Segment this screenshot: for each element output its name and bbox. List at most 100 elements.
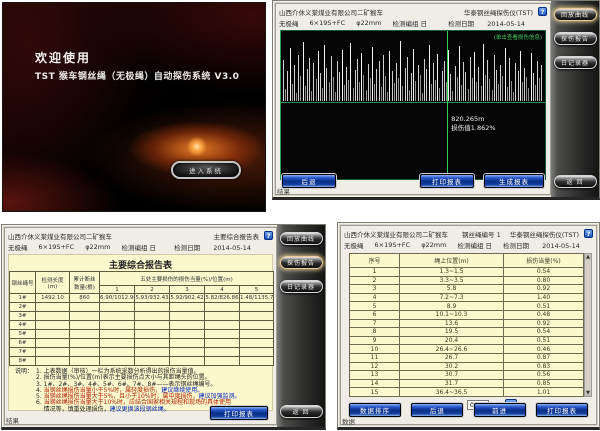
damage-list-row[interactable]: 610.1~10.30.48 bbox=[350, 310, 584, 319]
print-report-button[interactable]: 打印报表 bbox=[536, 403, 588, 417]
waveform-bar bbox=[303, 42, 304, 101]
waveform-bar bbox=[474, 52, 475, 101]
waveform-bar bbox=[435, 80, 436, 101]
sort-data-button[interactable]: 数据排序 bbox=[349, 403, 401, 417]
rope-spec: 6×19S+FC bbox=[310, 19, 346, 27]
waveform-bar bbox=[489, 79, 490, 101]
sidebar-item-daily-logger[interactable]: 日记录器 bbox=[554, 56, 597, 69]
waveform-bar bbox=[296, 93, 297, 101]
sidebar-back-button[interactable]: 返 回 bbox=[554, 175, 597, 188]
damage-list-row[interactable]: 47.2~7.31.40 bbox=[350, 293, 584, 302]
waveform-bar bbox=[485, 75, 486, 101]
waveform-bar bbox=[533, 73, 534, 101]
sidebar-back-button[interactable]: 返 回 bbox=[280, 405, 323, 418]
rope-diameter: φ22mm bbox=[85, 243, 110, 251]
generate-report-button[interactable]: 生成报表 bbox=[484, 174, 544, 188]
waveform-bar bbox=[324, 45, 325, 101]
chart-cursor-line bbox=[447, 31, 448, 179]
damage-list-row[interactable]: 35.80.92 bbox=[350, 285, 584, 294]
damage-list-row[interactable]: 1230.20.83 bbox=[350, 362, 584, 371]
waveform-bar bbox=[420, 75, 421, 101]
damage-list-row[interactable]: 819.50.54 bbox=[350, 328, 584, 337]
help-icon[interactable]: ? bbox=[538, 7, 547, 16]
damage-list-row[interactable]: 1330.70.56 bbox=[350, 371, 584, 380]
detect-date: 检测日期 2014-05-14 bbox=[174, 242, 262, 252]
damage-table: 序号 绳上位置(m) 损伤当量(%) 11.3~1.50.5423.3~3.50… bbox=[349, 253, 584, 397]
scroll-up-icon[interactable]: ▲ bbox=[585, 254, 591, 260]
detect-date: 检测日期 2014-05-14 bbox=[448, 18, 536, 28]
back-button[interactable]: 后退 bbox=[411, 403, 463, 417]
sidebar-item-playback-curve[interactable]: 回放曲线 bbox=[554, 8, 597, 21]
waveform-window: 山西介休义棠煤业有限公司二矿猴车 华泰钢丝绳探伤仪(TST) ? 无极绳 6×1… bbox=[272, 0, 600, 200]
damage-list-row[interactable]: 1026.4~26.60.46 bbox=[350, 345, 584, 354]
damage-table-body: 11.3~1.50.5423.3~3.50.8035.80.9247.2~7.3… bbox=[350, 268, 584, 397]
report-table: 钢丝绳号 检测长度 (m) 累计断丝 数量(根) 五处主要损伤的损伤当量(%)/… bbox=[9, 271, 274, 366]
rope-type: 无极绳 bbox=[279, 18, 299, 28]
col-damage-group: 五处主要损伤的损伤当量(%)/位置(m) bbox=[100, 272, 274, 286]
table-scrollbar[interactable]: ▲ ▼ bbox=[584, 253, 592, 397]
company-name: 山西介休义棠煤业有限公司二矿猴车 bbox=[344, 229, 448, 239]
damage-list-window: 山西介休义棠煤业有限公司二矿猴车 钢丝绳编号 1 华泰钢丝绳探伤仪(TST) ?… bbox=[337, 222, 600, 430]
waveform-bar bbox=[487, 60, 488, 101]
help-icon[interactable]: ? bbox=[584, 229, 593, 238]
scroll-down-icon[interactable]: ▼ bbox=[585, 390, 591, 396]
damage-list-button-row: 数据排序 后退 前进 打印报表 bbox=[349, 403, 588, 417]
sidebar-item-daily-logger[interactable]: 日记录器 bbox=[280, 280, 323, 293]
waveform-bars bbox=[283, 35, 543, 101]
status-text-data: 数据 bbox=[342, 416, 355, 426]
rope-type: 无极绳 bbox=[344, 240, 364, 250]
damage-list-row[interactable]: 920.40.51 bbox=[350, 336, 584, 345]
waveform-bar bbox=[326, 68, 327, 101]
waveform-bar bbox=[335, 92, 336, 101]
help-icon[interactable]: ? bbox=[264, 231, 273, 240]
enter-system-button[interactable]: 进入系统 bbox=[171, 161, 241, 179]
damage-list-row[interactable]: 1126.70.87 bbox=[350, 353, 584, 362]
damage-list-row[interactable]: 23.3~3.50.80 bbox=[350, 276, 584, 285]
waveform-bar bbox=[385, 76, 386, 101]
window-header: 山西介休义棠煤业有限公司二矿猴车 华泰钢丝绳探伤仪(TST) ? 无极绳 6×1… bbox=[279, 6, 547, 28]
waveform-bar bbox=[387, 92, 388, 101]
col-damage-1: 1 bbox=[100, 286, 135, 294]
damage-list-row[interactable]: 1536.4~36.51.01 bbox=[350, 388, 584, 397]
print-report-button[interactable]: 打印报表 bbox=[420, 174, 474, 188]
waveform-bar bbox=[535, 85, 536, 101]
sidebar-item-flaw-report[interactable]: 探伤报告 bbox=[554, 32, 597, 45]
waveform-bar bbox=[455, 66, 456, 101]
app-title: TST 猴车钢丝绳（无极绳）自动探伤系统 V3.0 bbox=[35, 69, 239, 82]
waveform-chart[interactable]: (单击查看损伤信息) 820.265m 损伤值1.862% bbox=[280, 30, 546, 180]
waveform-bar bbox=[396, 63, 397, 101]
rope-type: 无极绳 bbox=[8, 242, 28, 252]
waveform-bar bbox=[418, 65, 419, 101]
waveform-bar bbox=[300, 76, 301, 101]
col-length: 检测长度 (m) bbox=[36, 272, 70, 294]
waveform-bar bbox=[355, 70, 356, 101]
col-damage-equivalent: 损伤当量(%) bbox=[504, 254, 584, 268]
sidebar-item-playback-curve[interactable]: 回放曲线 bbox=[280, 232, 323, 245]
waveform-content: 山西介休义棠煤业有限公司二矿猴车 华泰钢丝绳探伤仪(TST) ? 无极绳 6×1… bbox=[275, 3, 551, 195]
waveform-bar bbox=[539, 78, 540, 100]
waveform-bar bbox=[381, 87, 382, 101]
damage-list-row[interactable]: 713.60.92 bbox=[350, 319, 584, 328]
waveform-bar bbox=[457, 77, 458, 101]
waveform-button-row: 后退 打印报表 生成报表 bbox=[282, 174, 544, 188]
screenshot-collage: 欢迎使用 TST 猴车钢丝绳（无极绳）自动探伤系统 V3.0 进入系统 山西介休… bbox=[0, 0, 600, 431]
damage-list-row[interactable]: 11.3~1.50.54 bbox=[350, 268, 584, 277]
waveform-bar bbox=[398, 78, 399, 100]
report-title: 主要综合报告表 bbox=[9, 255, 272, 271]
print-report-button[interactable]: 打印报表 bbox=[210, 406, 268, 420]
waveform-bar bbox=[498, 84, 499, 101]
waveform-bar bbox=[459, 46, 460, 101]
forward-button[interactable]: 前进 bbox=[474, 403, 526, 417]
waveform-bar bbox=[518, 71, 519, 101]
report-header-right: 主要综合报告表 bbox=[214, 231, 260, 241]
damage-list-row[interactable]: 1431.70.85 bbox=[350, 379, 584, 388]
sidebar-item-flaw-report[interactable]: 探伤报告 bbox=[280, 256, 323, 269]
waveform-bar bbox=[472, 78, 473, 101]
report-table-row: 1#1492.108606.90/1012.905.93/932.435.92/… bbox=[10, 294, 274, 303]
back-button[interactable]: 后退 bbox=[282, 174, 336, 188]
damage-list-row[interactable]: 58.90.51 bbox=[350, 302, 584, 311]
col-position: 绳上位置(m) bbox=[400, 254, 504, 268]
waveform-bar bbox=[450, 74, 451, 101]
waveform-bar bbox=[283, 60, 284, 101]
waveform-bar bbox=[500, 65, 501, 101]
